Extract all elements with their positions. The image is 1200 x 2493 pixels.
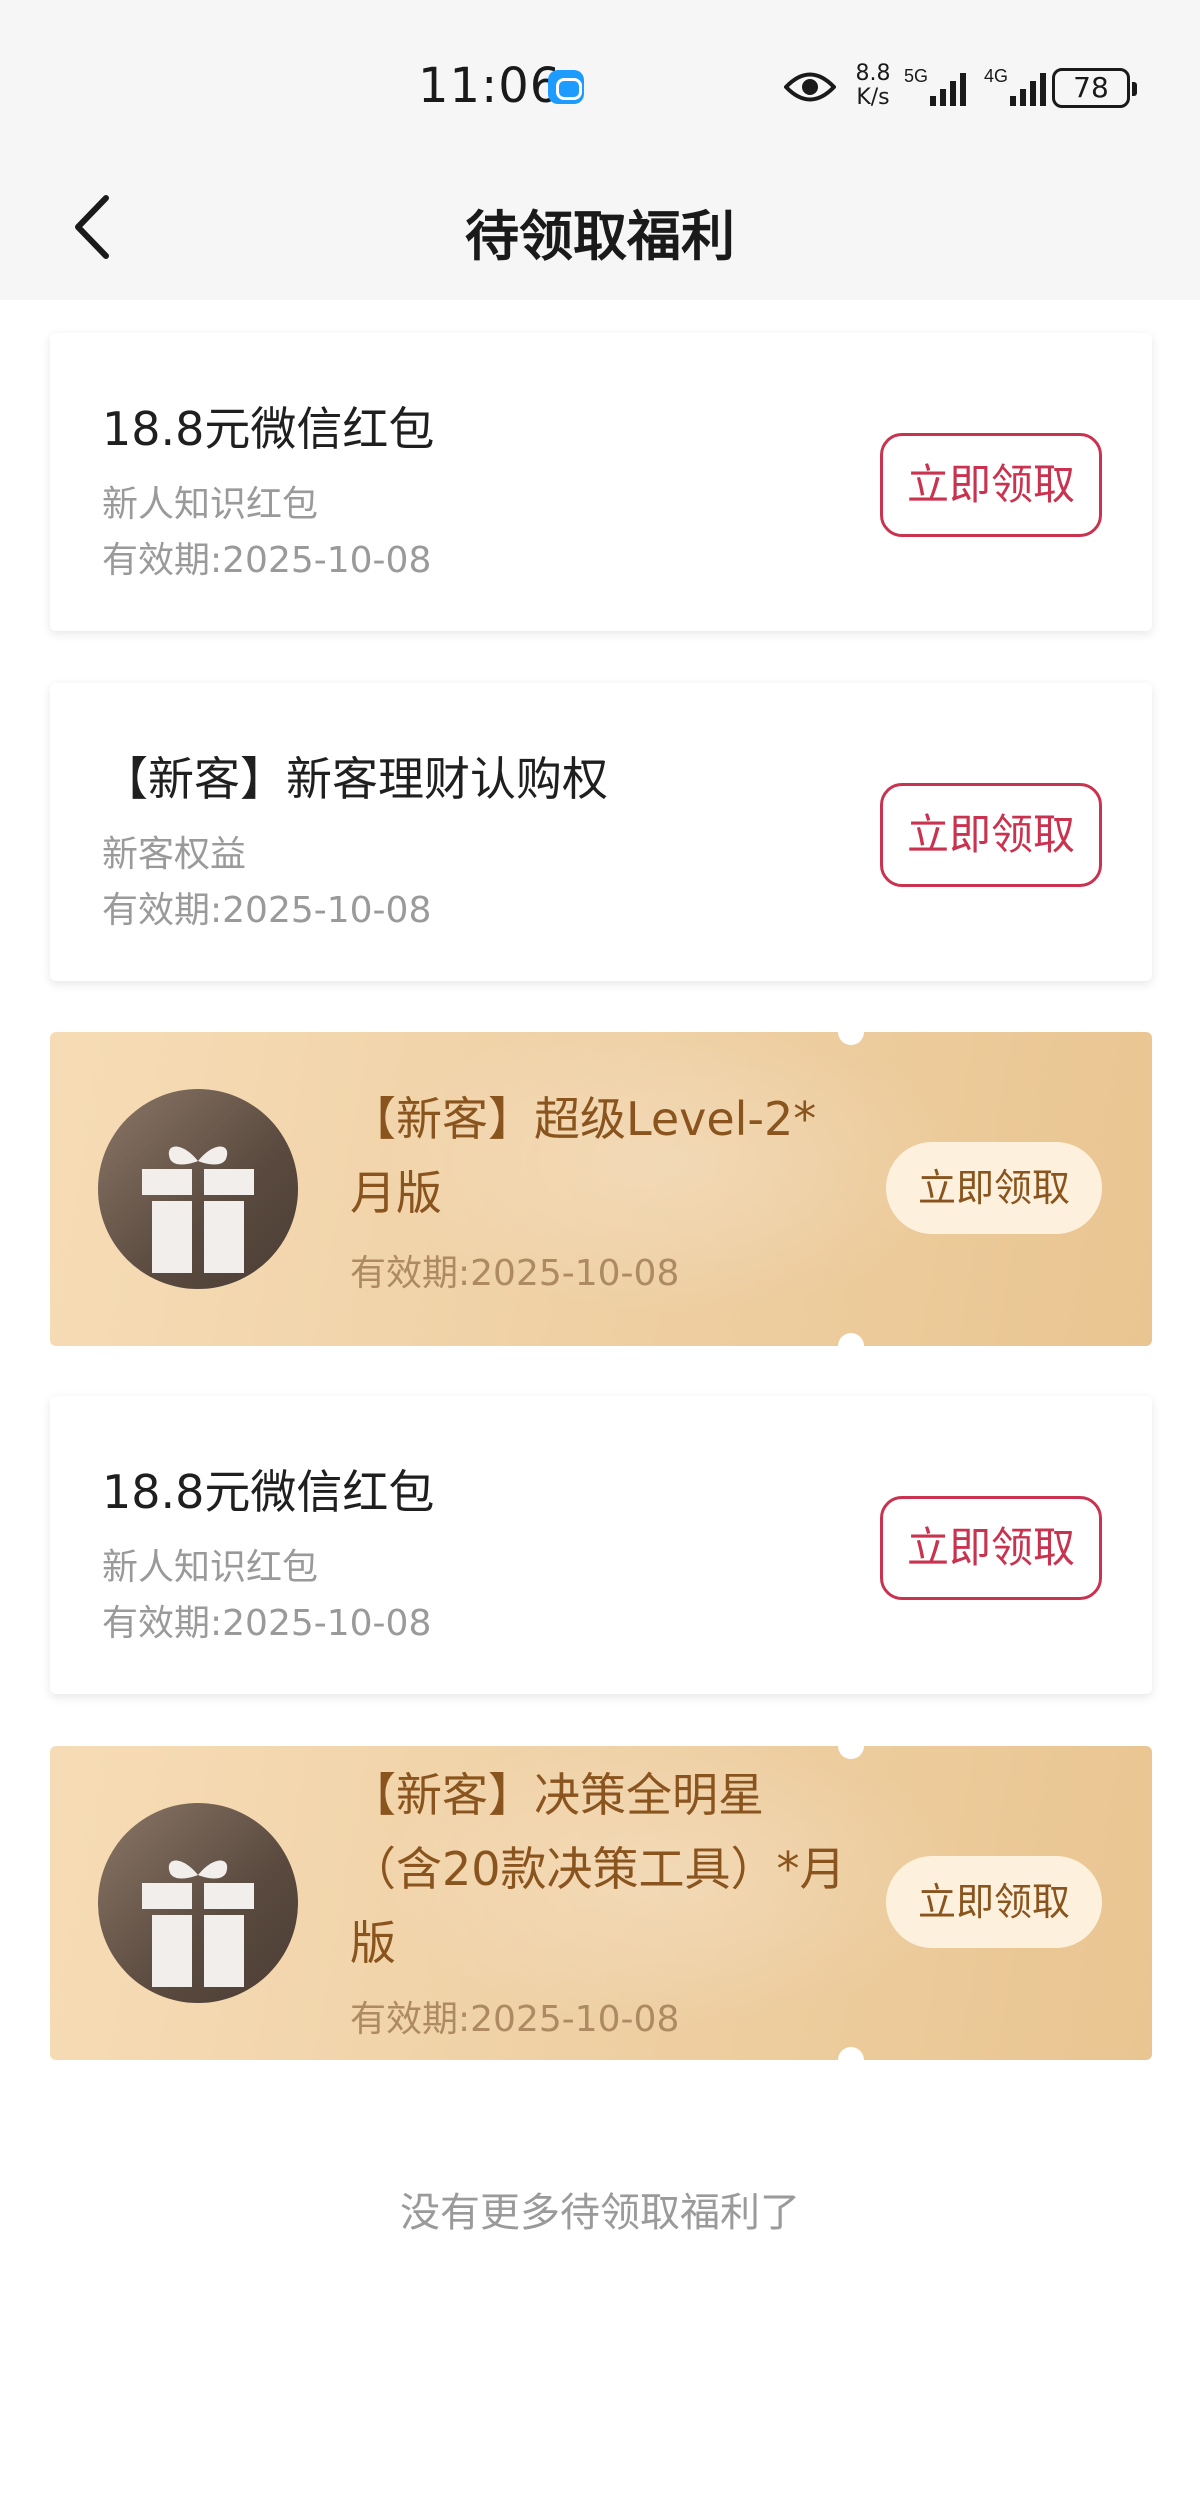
coupon-card-decision-allstar: 【新客】决策全明星 （含20款决策工具）*月 版 有效期:2025-10-08 …: [50, 1746, 1152, 2060]
coupon-notch: [838, 2047, 864, 2060]
coupon-title: 【新客】超级Level-2* 月版: [350, 1082, 890, 1230]
coupon-title-line: 【新客】超级Level-2*: [350, 1092, 817, 1146]
coupon-notch: [838, 1032, 864, 1045]
benefit-title: 18.8元微信红包: [102, 402, 435, 456]
gift-badge: [98, 1803, 298, 2003]
svg-text:4G: 4G: [984, 66, 1008, 86]
claim-button[interactable]: 立即领取: [880, 433, 1102, 537]
coupon-validity: 有效期:2025-10-08: [350, 1253, 680, 1294]
claim-button[interactable]: 立即领取: [886, 1142, 1102, 1234]
coupon-title-line: （含20款决策工具）*月: [350, 1842, 846, 1896]
coupon-title-line: 月版: [350, 1166, 442, 1220]
eye-icon: [784, 72, 836, 102]
benefit-title: 【新客】新客理财认购权: [102, 752, 608, 806]
battery-indicator: 78: [1052, 68, 1137, 108]
top-bar: 11:06 8.8 K/s 5G 4G 78 待领取福利: [0, 0, 1200, 300]
status-time: 11:06: [418, 58, 562, 114]
benefit-card-wechat-redpacket: 18.8元微信红包 新人知识红包 有效期:2025-10-08 立即领取: [50, 333, 1152, 631]
gift-icon: [142, 1146, 254, 1273]
coupon-card-level2: 【新客】超级Level-2* 月版 有效期:2025-10-08 立即领取: [50, 1032, 1152, 1346]
claim-button[interactable]: 立即领取: [886, 1856, 1102, 1948]
network-speed-unit: K/s: [856, 85, 890, 110]
page-title: 待领取福利: [465, 205, 735, 268]
svg-text:5G: 5G: [904, 66, 928, 86]
benefit-card-wechat-redpacket-2: 18.8元微信红包 新人知识红包 有效期:2025-10-08 立即领取: [50, 1396, 1152, 1694]
benefit-validity: 有效期:2025-10-08: [102, 1603, 432, 1644]
benefit-subtitle: 新人知识红包: [102, 484, 319, 525]
network-speed-value: 8.8: [855, 61, 891, 86]
network-speed: 8.8 K/s: [852, 62, 894, 110]
coupon-title: 【新客】决策全明星 （含20款决策工具）*月 版: [350, 1758, 890, 1980]
gift-icon: [142, 1860, 254, 1987]
coupon-validity: 有效期:2025-10-08: [350, 1999, 680, 2040]
coupon-edge: [1140, 1746, 1152, 2060]
benefit-subtitle: 新人知识红包: [102, 1547, 319, 1588]
benefit-validity: 有效期:2025-10-08: [102, 540, 432, 581]
coupon-title-line: 版: [350, 1916, 396, 1970]
signal-4g-icon: 4G: [984, 66, 1046, 106]
claim-button[interactable]: 立即领取: [880, 1496, 1102, 1600]
coupon-notch: [838, 1333, 864, 1346]
claim-button[interactable]: 立即领取: [880, 783, 1102, 887]
benefit-validity: 有效期:2025-10-08: [102, 890, 432, 931]
benefit-card-wealth-subscription: 【新客】新客理财认购权 新客权益 有效期:2025-10-08 立即领取: [50, 683, 1152, 981]
signal-5g-icon: 5G: [904, 66, 966, 106]
gift-badge: [98, 1089, 298, 1289]
benefit-subtitle: 新客权益: [102, 834, 247, 875]
no-more-benefits-note: 没有更多待领取福利了: [400, 2190, 800, 2236]
message-notification-icon: [548, 70, 584, 104]
coupon-title-line: 【新客】决策全明星: [350, 1768, 764, 1822]
coupon-edge: [1140, 1032, 1152, 1346]
benefit-title: 18.8元微信红包: [102, 1465, 435, 1519]
